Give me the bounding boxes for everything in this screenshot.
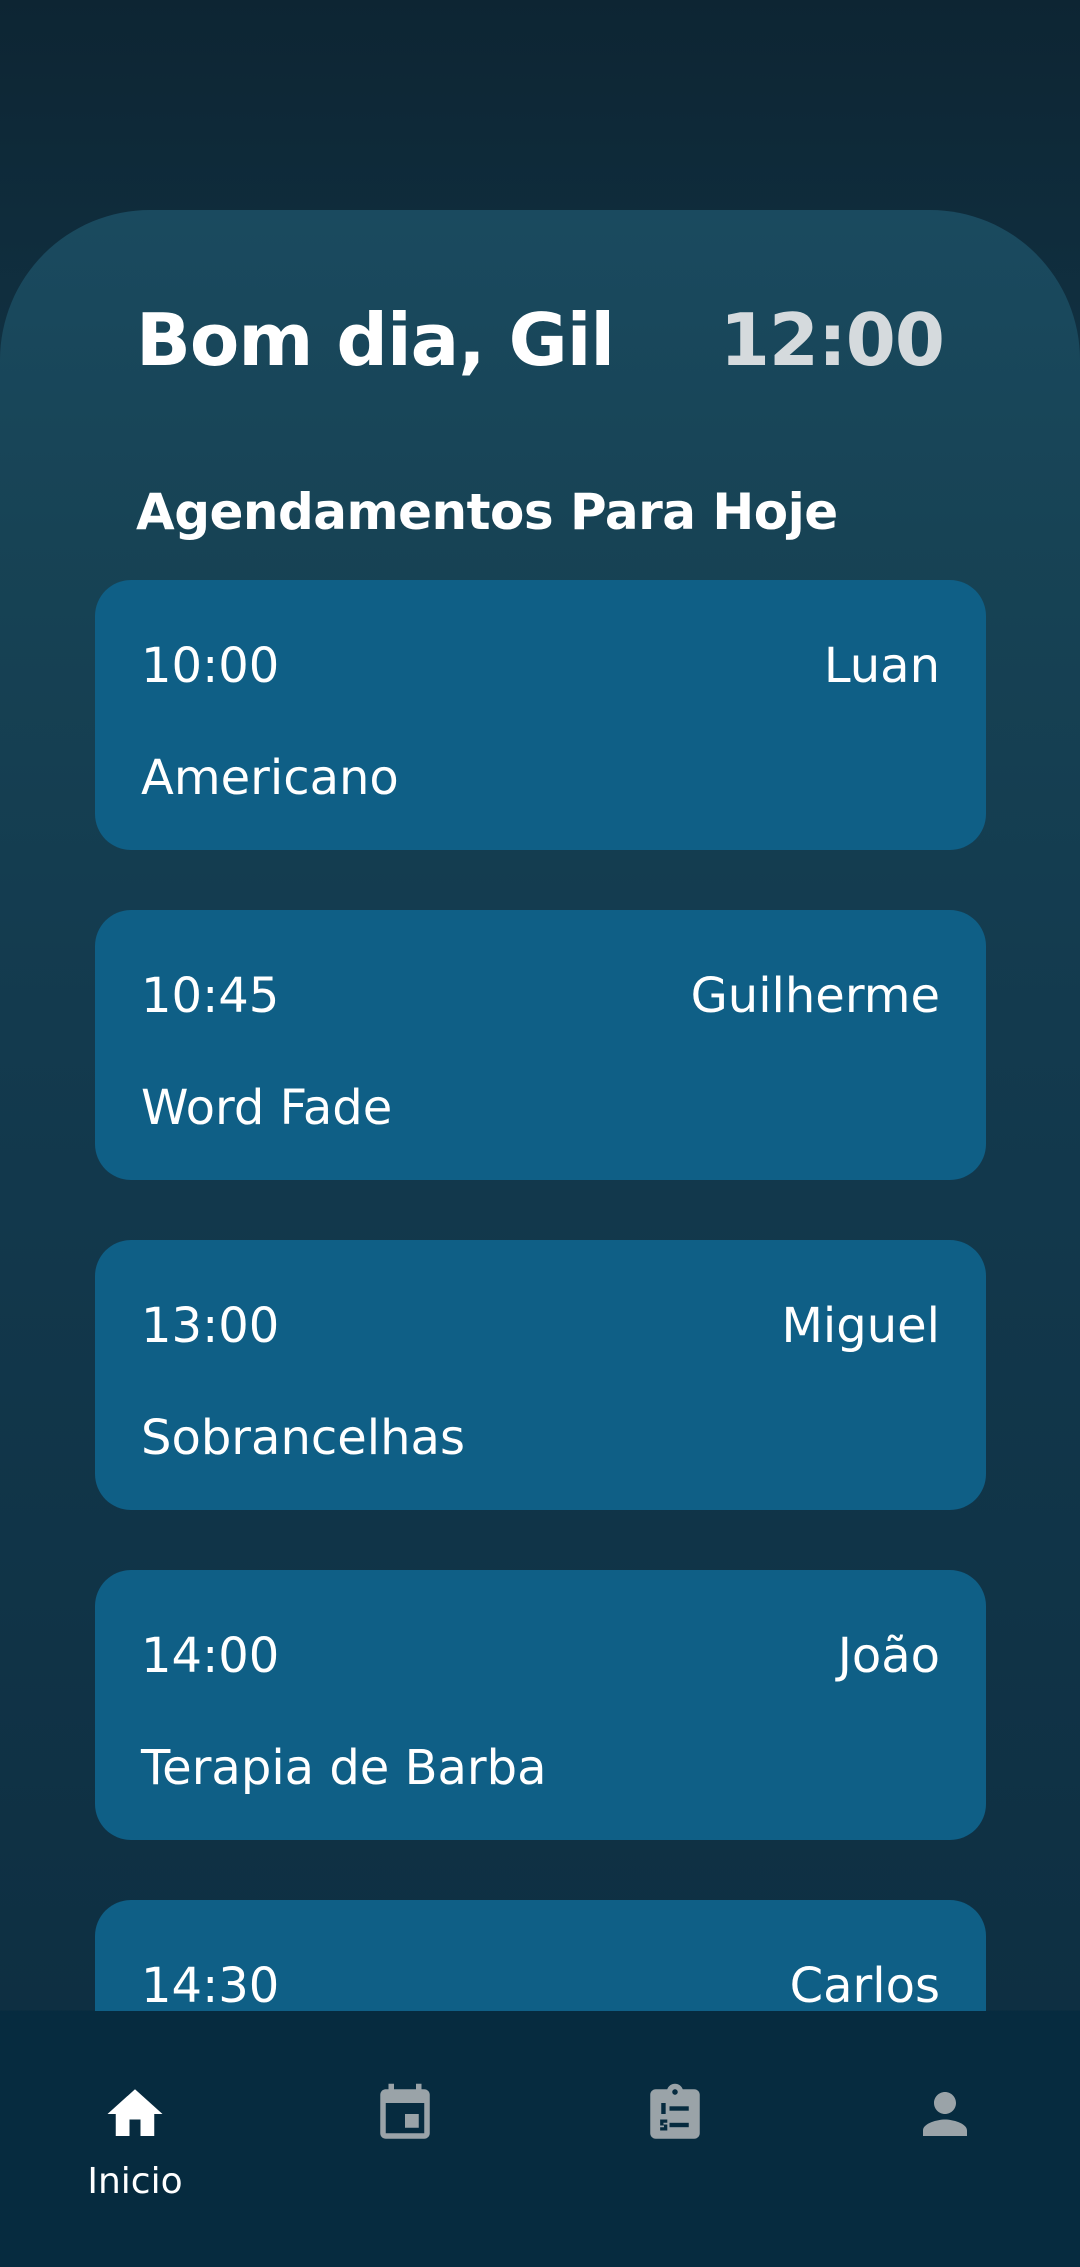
header: Bom dia, Gil 12:00: [136, 295, 945, 385]
appointment-service: Americano: [141, 750, 399, 806]
home-icon: [107, 2089, 163, 2136]
appointment-card[interactable]: 10:45 Guilherme Word Fade: [95, 910, 986, 1180]
nav-item-list[interactable]: [540, 2011, 810, 2211]
appointment-client: Luan: [823, 638, 940, 694]
home-screen: Bom dia, Gil 12:00 Agendamentos Para Hoj…: [0, 0, 1080, 2267]
appointment-service: Terapia de Barba: [141, 1740, 547, 1796]
appointment-time: 14:30: [141, 1958, 280, 2011]
appointment-card[interactable]: 10:00 Luan Americano: [95, 580, 986, 850]
appointment-client: Carlos: [789, 1958, 940, 2011]
nav-item-profile[interactable]: [810, 2011, 1080, 2211]
appointment-client: João: [837, 1628, 940, 1684]
appointment-card[interactable]: 14:30 Carlos: [95, 1900, 986, 2011]
calendar-icon: [380, 2083, 430, 2139]
section-title: Agendamentos Para Hoje: [136, 483, 838, 541]
nav-item-calendar[interactable]: [270, 2011, 540, 2211]
appointment-time: 14:00: [141, 1628, 280, 1684]
nav-item-home[interactable]: Inicio: [0, 2011, 270, 2211]
greeting-title: Bom dia, Gil: [136, 298, 615, 382]
person-icon: [923, 2092, 967, 2136]
appointment-service: Sobrancelhas: [141, 1410, 465, 1466]
appointment-card[interactable]: 13:00 Miguel Sobrancelhas: [95, 1240, 986, 1510]
appointment-client: Miguel: [781, 1298, 940, 1354]
appointment-service: Word Fade: [141, 1080, 393, 1136]
current-time: 12:00: [719, 298, 945, 382]
appointment-card[interactable]: 14:00 João Terapia de Barba: [95, 1570, 986, 1840]
appointment-time: 10:00: [141, 638, 280, 694]
appointment-time: 10:45: [141, 968, 280, 1024]
appointment-time: 13:00: [141, 1298, 280, 1354]
appointments-list[interactable]: 10:00 Luan Americano 10:45 Guilherme Wor…: [0, 570, 1080, 2011]
nav-label-home: Inicio: [87, 2161, 183, 2202]
clipboard-list-icon: [650, 2083, 700, 2139]
bottom-navigation: Inicio: [0, 2011, 1080, 2267]
appointment-client: Guilherme: [690, 968, 940, 1024]
